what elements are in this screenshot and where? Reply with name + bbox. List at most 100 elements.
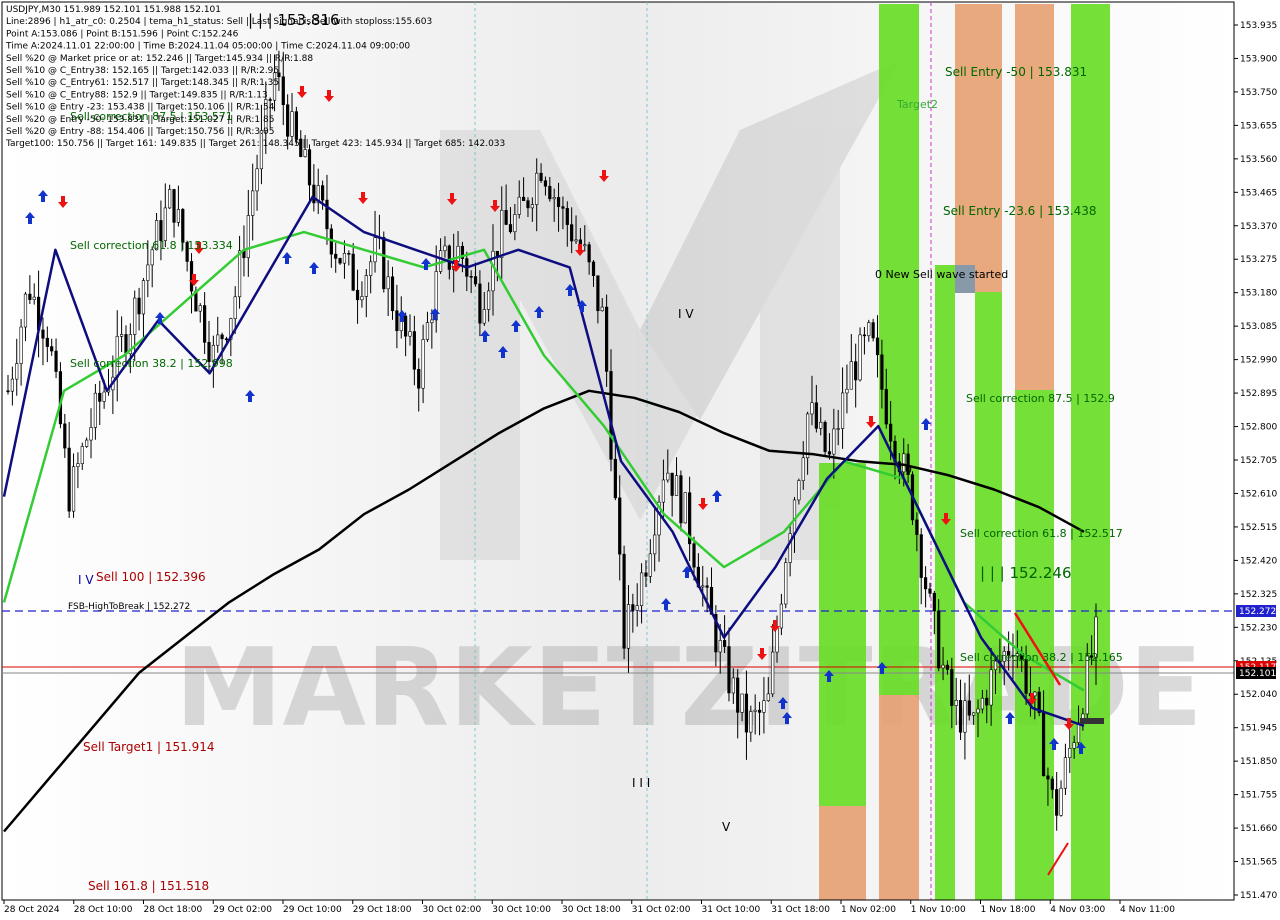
candle-body (854, 361, 858, 381)
candle-body (41, 329, 45, 339)
x-tick-label: 31 Oct 02:00 (632, 905, 691, 915)
candle-body (290, 111, 294, 137)
candle-body (810, 402, 814, 415)
candle-body (670, 472, 674, 496)
candle-body (351, 253, 355, 291)
wave-0-label: 0 (905, 463, 912, 476)
x-tick-label: 29 Oct 18:00 (353, 905, 412, 915)
candle-body (1024, 659, 1028, 694)
candle-body (312, 184, 316, 204)
wave-iv-mid-label: I V (678, 307, 694, 321)
zone-rect (955, 4, 975, 265)
x-tick-label: 31 Oct 10:00 (702, 905, 761, 915)
y-tick-label: 153.655 (1240, 121, 1277, 131)
candle-body (6, 390, 10, 393)
candle-body (814, 402, 818, 429)
zone-rect (975, 4, 1002, 292)
candle-body (500, 209, 504, 258)
candle-body (722, 640, 727, 647)
candle-body (666, 472, 670, 481)
candle-body (736, 677, 740, 713)
candle-body (849, 361, 853, 390)
candle-body (176, 209, 181, 223)
info-line: Time A:2024.11.01 22:00:00 | Time B:2024… (5, 42, 410, 52)
candle-body (757, 709, 762, 713)
candle-body (823, 422, 827, 452)
candle-body (198, 305, 202, 312)
candle-body (775, 627, 779, 653)
candle-body (1041, 712, 1046, 777)
y-tick-label: 152.325 (1240, 590, 1277, 600)
candle-body (771, 651, 775, 695)
candle-body (404, 315, 408, 337)
zone-rect (819, 806, 866, 900)
candle-body (150, 249, 154, 266)
candle-body (1059, 787, 1063, 816)
x-tick-label: 30 Oct 18:00 (562, 905, 621, 915)
y-tick-label: 152.230 (1240, 623, 1277, 633)
candle-body (552, 197, 556, 200)
candle-body (565, 208, 569, 225)
candle-body (950, 669, 954, 706)
candle-body (889, 423, 893, 442)
candle-body (89, 427, 93, 441)
x-tick-label: 30 Oct 02:00 (423, 905, 482, 915)
fsb-label: FSB-HighToBreak | 152.272 (68, 602, 190, 612)
candle-body (224, 338, 229, 341)
candle-body (334, 253, 338, 259)
y-tick-label: 152.990 (1240, 356, 1277, 366)
candle-body (862, 334, 867, 337)
zone-rect (819, 463, 866, 806)
candle-body (133, 297, 137, 335)
y-tick-label: 152.610 (1240, 489, 1277, 499)
candle-body (203, 305, 207, 343)
info-line: USDJPY,M30 151.989 152.101 151.988 152.1… (6, 5, 221, 15)
candle-body (395, 310, 399, 332)
candle-body (478, 283, 482, 324)
candle-body (801, 457, 805, 481)
info-line: Sell %20 @ Entry -88: 154.406 || Target:… (6, 127, 274, 137)
candle-body (342, 252, 347, 264)
candle-body (517, 196, 521, 215)
candle-body (325, 199, 329, 230)
candle-body (626, 604, 631, 649)
candle-body (237, 250, 242, 298)
candle-body (762, 700, 766, 713)
candle-body (806, 413, 810, 459)
candle-body (875, 337, 880, 356)
candle-body (251, 190, 255, 216)
x-tick-label: 1 Nov 18:00 (981, 905, 1036, 915)
candle-body (779, 603, 783, 629)
candle-body (63, 423, 67, 449)
candle-body (473, 276, 478, 285)
price-chart[interactable]: MARKETZITRADE | | | 153.816 Sell Entry -… (0, 0, 1280, 920)
sell-corr-382-left-label: Sell correction 38.2 | 152.998 (70, 357, 233, 370)
wave-iii-label: I I I (632, 776, 650, 790)
candle-body (281, 76, 285, 106)
candle-body (15, 363, 19, 380)
x-tick-label: 4 Nov 03:00 (1050, 905, 1105, 915)
candle-body (508, 224, 513, 233)
candle-body (1085, 655, 1089, 715)
candle-body (54, 350, 58, 372)
candle-body (845, 388, 849, 394)
candle-body (548, 185, 552, 200)
zone-rect (1071, 4, 1110, 900)
info-line: Sell %10 @ C_Entry88: 152.9 || Target:14… (6, 90, 268, 100)
candle-body (727, 646, 731, 694)
candle-body (915, 519, 919, 535)
candle-body (425, 322, 430, 340)
candle-body (539, 172, 543, 181)
y-tick-label: 153.370 (1240, 222, 1277, 232)
candle-body (373, 237, 377, 263)
y-tick-label: 153.275 (1240, 255, 1277, 265)
candle-body (919, 534, 923, 578)
x-tick-label: 29 Oct 02:00 (213, 905, 272, 915)
new-sell-wave-label: 0 New Sell wave started (875, 268, 1008, 281)
candle-body (10, 378, 14, 392)
candle-body (989, 669, 993, 706)
y-tick-label: 152.040 (1240, 690, 1277, 700)
zone-rect (1015, 4, 1054, 390)
candle-body (487, 290, 491, 310)
candle-body (574, 239, 578, 242)
